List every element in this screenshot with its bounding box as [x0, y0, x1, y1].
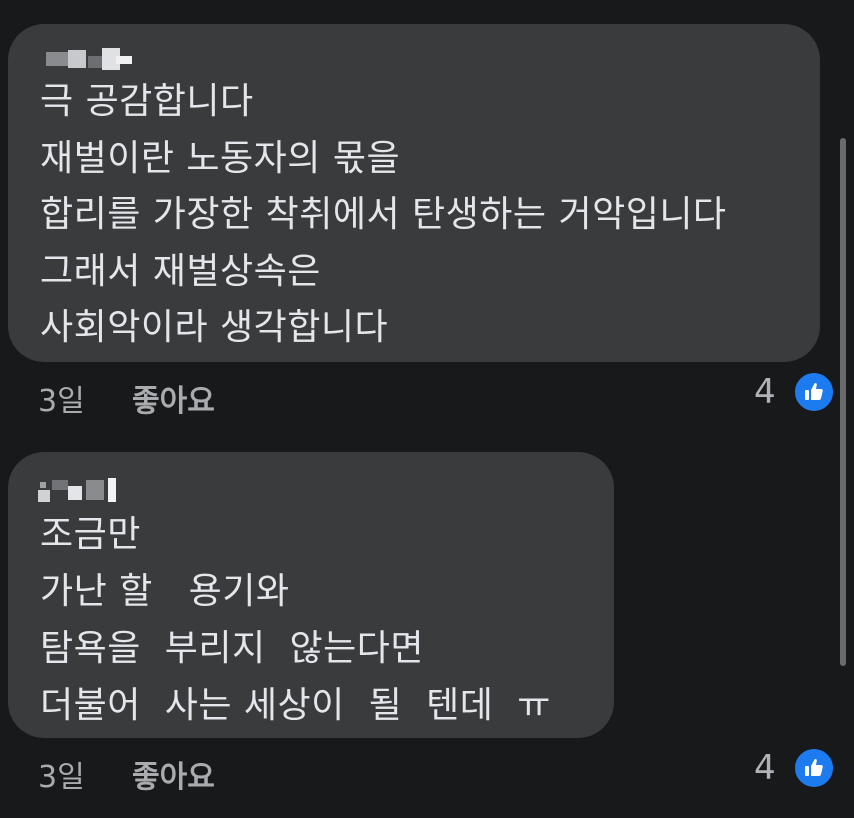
- comment-line: 그래서 재벌상속은: [40, 250, 321, 292]
- like-button[interactable]: 좋아요: [132, 376, 215, 420]
- comment-timestamp[interactable]: 3일: [38, 376, 85, 420]
- comment-line: 더불어 사는 세상이 될 텐데 ㅠ: [40, 685, 551, 726]
- comment-text: 조금만 가난 할 용기와 탐욕을 부리지 않는다면 더불어 사는 세상이 될 텐…: [40, 506, 551, 734]
- thumbs-up-icon[interactable]: [792, 746, 836, 790]
- scrollbar-thumb[interactable]: [840, 138, 846, 666]
- comment-meta-row: 3일 좋아요 4: [0, 370, 854, 420]
- like-button[interactable]: 좋아요: [132, 752, 215, 796]
- comment-timestamp[interactable]: 3일: [38, 752, 85, 796]
- comment-line: 가난 할 용기와: [40, 571, 290, 612]
- reaction-count[interactable]: 4: [754, 748, 776, 788]
- author-name-blurred[interactable]: [38, 46, 138, 74]
- comment-line: 탐욕을 부리지 않는다면: [40, 628, 424, 669]
- thumbs-up-icon[interactable]: [792, 370, 836, 414]
- comment-line: 합리를 가장한 착취에서 탄생하는 거악입니다: [40, 194, 727, 235]
- comment-meta-row: 3일 좋아요 4: [0, 746, 854, 796]
- comment-line: 극 공감합니다: [40, 81, 254, 122]
- comment-bubble[interactable]: 극 공감합니다 재벌이란 노동자의 몫을 합리를 가장한 착취에서 탄생하는 거…: [8, 24, 820, 362]
- comment-text: 극 공감합니다 재벌이란 노동자의 몫을 합리를 가장한 착취에서 탄생하는 거…: [40, 74, 727, 357]
- comment-line: 재벌이란 노동자의 몫을: [40, 137, 401, 179]
- thumbs-up-glyph: [805, 759, 823, 776]
- reaction-count[interactable]: 4: [754, 372, 776, 412]
- author-name-blurred[interactable]: [36, 478, 146, 506]
- comment-line: 사회악이라 생각합니다: [40, 307, 389, 348]
- thumbs-up-glyph: [805, 383, 823, 400]
- comment-bubble[interactable]: 조금만 가난 할 용기와 탐욕을 부리지 않는다면 더불어 사는 세상이 될 텐…: [8, 452, 614, 738]
- comment-line: 조금만: [40, 514, 141, 555]
